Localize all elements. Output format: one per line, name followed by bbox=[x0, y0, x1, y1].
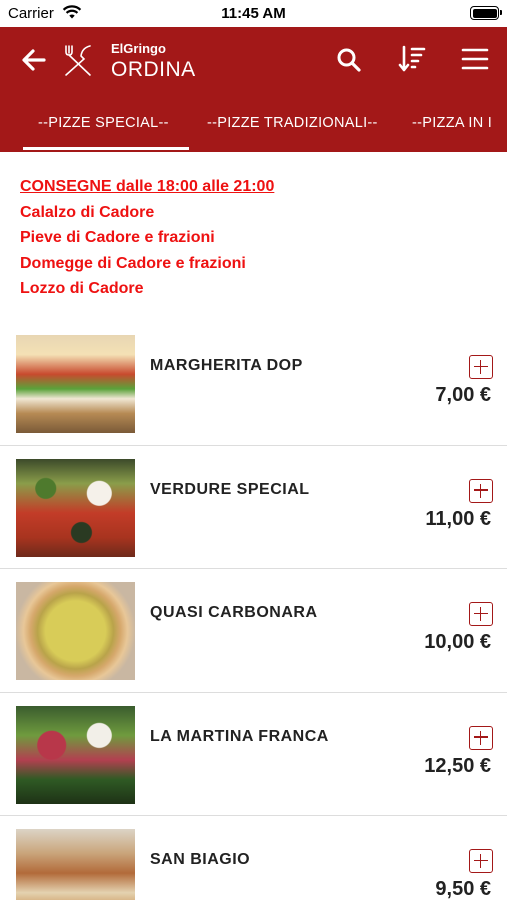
app-header: ElGringo ORDINA --PIZZE SPECIAL-- --PIZZ… bbox=[0, 27, 507, 152]
add-to-cart-button[interactable] bbox=[469, 725, 493, 750]
product-list: MARGHERITA DOP 7,00 € VERDURE SPECIAL 11… bbox=[0, 322, 507, 900]
product-price: 12,50 € bbox=[424, 754, 491, 777]
product-price: 11,00 € bbox=[425, 507, 491, 530]
status-bar: Carrier 11:45 AM bbox=[0, 0, 507, 27]
product-name: MARGHERITA DOP bbox=[150, 357, 303, 374]
delivery-area: Pieve di Cadore e frazioni bbox=[20, 229, 215, 246]
product-row[interactable]: LA MARTINA FRANCA 12,50 € bbox=[0, 693, 507, 816]
delivery-area: Lozzo di Cadore bbox=[20, 280, 144, 297]
product-image bbox=[16, 582, 135, 680]
product-image bbox=[16, 829, 135, 900]
product-name: LA MARTINA FRANCA bbox=[150, 727, 329, 745]
tab-pizza-in[interactable]: --PIZZA IN I bbox=[412, 115, 492, 131]
product-row[interactable]: VERDURE SPECIAL 11,00 € bbox=[0, 446, 507, 569]
category-tabs: --PIZZE SPECIAL-- --PIZZE TRADIZIONALI--… bbox=[0, 112, 507, 152]
page-title: ORDINA bbox=[111, 58, 196, 81]
product-row[interactable]: QUASI CARBONARA 10,00 € bbox=[0, 569, 507, 693]
active-tab-indicator bbox=[23, 147, 189, 150]
product-name: QUASI CARBONARA bbox=[150, 604, 318, 621]
add-to-cart-button[interactable] bbox=[469, 478, 493, 503]
sort-icon[interactable] bbox=[398, 44, 426, 74]
delivery-area: Domegge di Cadore e frazioni bbox=[20, 254, 246, 272]
delivery-notice: CONSEGNE dalle 18:00 alle 21:00 Calalzo … bbox=[20, 174, 274, 302]
product-name: SAN BIAGIO bbox=[150, 851, 251, 868]
product-name: VERDURE SPECIAL bbox=[150, 480, 310, 498]
clock: 11:45 AM bbox=[221, 5, 286, 22]
restaurant-name: ElGringo bbox=[111, 41, 166, 56]
product-price: 9,50 € bbox=[435, 878, 491, 900]
product-row[interactable]: SAN BIAGIO 9,50 € bbox=[0, 816, 507, 900]
tab-pizze-special[interactable]: --PIZZE SPECIAL-- bbox=[38, 115, 169, 131]
product-row[interactable]: MARGHERITA DOP 7,00 € bbox=[0, 322, 507, 446]
tab-pizze-tradizionali[interactable]: --PIZZE TRADIZIONALI-- bbox=[207, 115, 378, 131]
search-icon[interactable] bbox=[336, 47, 362, 73]
product-price: 7,00 € bbox=[435, 384, 491, 406]
product-image bbox=[16, 705, 135, 804]
product-image bbox=[16, 335, 135, 433]
add-to-cart-button[interactable] bbox=[469, 355, 493, 379]
battery-icon bbox=[470, 6, 502, 20]
add-to-cart-button[interactable] bbox=[469, 602, 493, 626]
delivery-area: Calalzo di Cadore bbox=[20, 203, 155, 221]
add-to-cart-button[interactable] bbox=[469, 849, 493, 873]
back-arrow-icon[interactable] bbox=[20, 47, 46, 73]
product-image bbox=[16, 458, 135, 557]
product-price: 10,00 € bbox=[424, 631, 491, 653]
hamburger-menu-icon[interactable] bbox=[461, 47, 489, 71]
cutlery-icon bbox=[65, 45, 91, 76]
delivery-hours: CONSEGNE dalle 18:00 alle 21:00 bbox=[20, 178, 275, 195]
